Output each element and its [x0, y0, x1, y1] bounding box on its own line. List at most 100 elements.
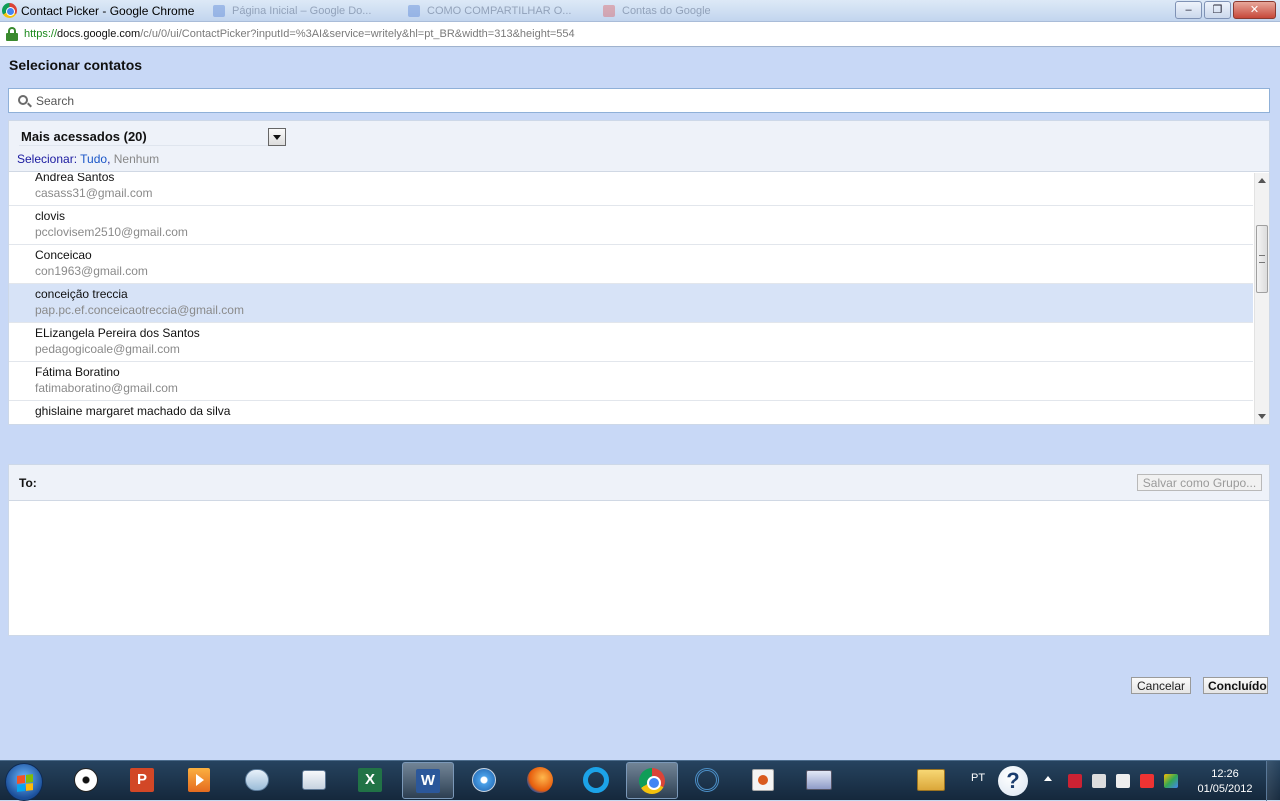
- check-app-button[interactable]: [299, 765, 329, 795]
- select-separator: ,: [107, 152, 111, 166]
- help-icon[interactable]: ?: [998, 766, 1028, 796]
- chrome-button[interactable]: [626, 762, 678, 799]
- scroll-down-icon[interactable]: [1258, 414, 1266, 419]
- contact-list-scrollbar[interactable]: [1254, 173, 1269, 424]
- cortana-icon: [695, 768, 719, 792]
- volume-muted-icon[interactable]: [1140, 774, 1154, 788]
- contact-row[interactable]: Fátima Boratino fatimaboratino@gmail.com: [9, 362, 1253, 401]
- url-path: /c/u/0/ui/ContactPicker?inputId=%3AI&ser…: [140, 28, 575, 40]
- windows-logo-icon: [17, 774, 33, 792]
- search-input[interactable]: [36, 93, 1236, 109]
- scroll-thumb[interactable]: [1256, 225, 1268, 293]
- powerpoint-icon: P: [130, 768, 154, 792]
- action-center-icon[interactable]: [1068, 774, 1082, 788]
- contact-email: pap.pc.ef.conceicaotreccia@gmail.com: [35, 303, 244, 317]
- window-title: Contact Picker - Google Chrome: [21, 4, 195, 18]
- select-none-link[interactable]: Nenhum: [114, 152, 159, 166]
- excel-button[interactable]: X: [355, 765, 385, 795]
- contact-row[interactable]: ELizangela Pereira dos Santos pedagogico…: [9, 323, 1253, 362]
- cancel-button[interactable]: Cancelar: [1131, 677, 1191, 694]
- group-select-value: Mais acessados (20): [21, 129, 147, 144]
- group-select-underline: [19, 145, 268, 146]
- ie-icon: [583, 767, 609, 793]
- camera-app-icon: [752, 769, 774, 791]
- minimize-button[interactable]: ‒: [1175, 1, 1202, 19]
- tab-label: COMO COMPARTILHAR O...: [427, 5, 572, 17]
- contact-email: pcclovisem2510@gmail.com: [35, 225, 188, 239]
- cortana-button[interactable]: [692, 765, 722, 795]
- folder-button[interactable]: [916, 765, 946, 795]
- contact-email: casass31@gmail.com: [35, 186, 153, 200]
- safari-icon: [472, 768, 496, 792]
- safari-button[interactable]: [469, 765, 499, 795]
- ie-button[interactable]: [581, 765, 611, 795]
- check-app-icon: [302, 770, 326, 790]
- contact-picker-page: Selecionar contatos Mais acessados (20) …: [0, 48, 1280, 760]
- soccer-icon: [74, 768, 98, 792]
- mail-button[interactable]: [804, 765, 834, 795]
- tab-label: Contas do Google: [622, 5, 711, 17]
- word-button[interactable]: W: [402, 762, 454, 799]
- excel-icon: X: [358, 768, 382, 792]
- device-icon[interactable]: [1092, 774, 1106, 788]
- url-scheme: https://: [24, 28, 58, 40]
- maximize-button[interactable]: ❐: [1204, 1, 1231, 19]
- background-tabs: Página Inicial – Google Do... COMO COMPA…: [208, 2, 793, 20]
- show-desktop-button[interactable]: [1266, 761, 1280, 801]
- contact-email: fatimaboratino@gmail.com: [35, 381, 178, 395]
- tray-expand-icon[interactable]: [1044, 776, 1052, 781]
- contact-row[interactable]: clovis pcclovisem2510@gmail.com: [9, 206, 1253, 245]
- media-player-button[interactable]: [184, 765, 214, 795]
- select-all-link[interactable]: Tudo: [80, 152, 107, 166]
- powerpoint-button[interactable]: P: [127, 765, 157, 795]
- scroll-up-icon[interactable]: [1258, 178, 1266, 183]
- media-player-icon: [188, 768, 210, 792]
- url-host: docs.google.com: [57, 28, 141, 40]
- recipients-area[interactable]: [9, 502, 1269, 635]
- chevron-down-icon[interactable]: [268, 128, 286, 146]
- google-icon: [603, 5, 615, 17]
- search-box[interactable]: [8, 88, 1270, 113]
- close-button[interactable]: ✕: [1233, 1, 1276, 19]
- background-tab[interactable]: Contas do Google: [598, 2, 793, 20]
- taskbar: P X W PT ? 12:26 01/05/2012: [0, 760, 1280, 801]
- contacts-panel: Mais acessados (20) Selecionar: Tudo, Ne…: [8, 120, 1270, 425]
- background-tab[interactable]: COMO COMPARTILHAR O...: [403, 2, 598, 20]
- contact-list: Andrea Santos casass31@gmail.com clovis …: [9, 173, 1253, 424]
- window-title-bar: Contact Picker - Google Chrome Página In…: [0, 0, 1280, 22]
- tab-label: Página Inicial – Google Do...: [232, 5, 372, 17]
- save-as-group-button[interactable]: Salvar como Grupo...: [1137, 474, 1262, 491]
- url-text[interactable]: https://docs.google.com/c/u/0/ui/Contact…: [24, 28, 575, 40]
- contact-row[interactable]: Andrea Santos casass31@gmail.com: [9, 173, 1253, 206]
- contact-name: ghislaine margaret machado da silva: [35, 404, 231, 418]
- window-controls: ‒ ❐ ✕: [1175, 1, 1276, 19]
- itunes-icon: [245, 769, 269, 791]
- contact-name: conceição treccia: [35, 287, 128, 301]
- network-icon[interactable]: [1116, 774, 1130, 788]
- lock-icon[interactable]: [6, 27, 18, 41]
- docs-icon: [213, 5, 225, 17]
- select-row: Selecionar: Tudo, Nenhum: [17, 152, 159, 166]
- contact-row[interactable]: ghislaine margaret machado da silva: [9, 401, 1253, 424]
- start-button[interactable]: [5, 763, 43, 801]
- background-tab[interactable]: Página Inicial – Google Do...: [208, 2, 403, 20]
- drive-icon[interactable]: [1164, 774, 1178, 788]
- page-title: Selecionar contatos: [9, 57, 143, 73]
- address-bar[interactable]: https://docs.google.com/c/u/0/ui/Contact…: [0, 22, 1280, 47]
- firefox-button[interactable]: [525, 765, 555, 795]
- to-label: To:: [19, 476, 37, 490]
- mail-icon: [806, 770, 832, 790]
- language-indicator[interactable]: PT: [971, 772, 985, 784]
- chrome-icon: [639, 767, 665, 794]
- done-button[interactable]: Concluído: [1203, 677, 1268, 694]
- contact-row[interactable]: Conceicao con1963@gmail.com: [9, 245, 1253, 284]
- to-panel: To: Salvar como Grupo...: [8, 464, 1270, 636]
- soccer-app-button[interactable]: [71, 765, 101, 795]
- contact-name: Fátima Boratino: [35, 365, 120, 379]
- clock[interactable]: 12:26 01/05/2012: [1190, 767, 1260, 797]
- search-icon: [18, 95, 28, 105]
- itunes-button[interactable]: [242, 765, 272, 795]
- camera-app-button[interactable]: [748, 765, 778, 795]
- group-select[interactable]: Mais acessados (20): [19, 127, 286, 146]
- contact-row-selected[interactable]: conceição treccia pap.pc.ef.conceicaotre…: [9, 284, 1253, 323]
